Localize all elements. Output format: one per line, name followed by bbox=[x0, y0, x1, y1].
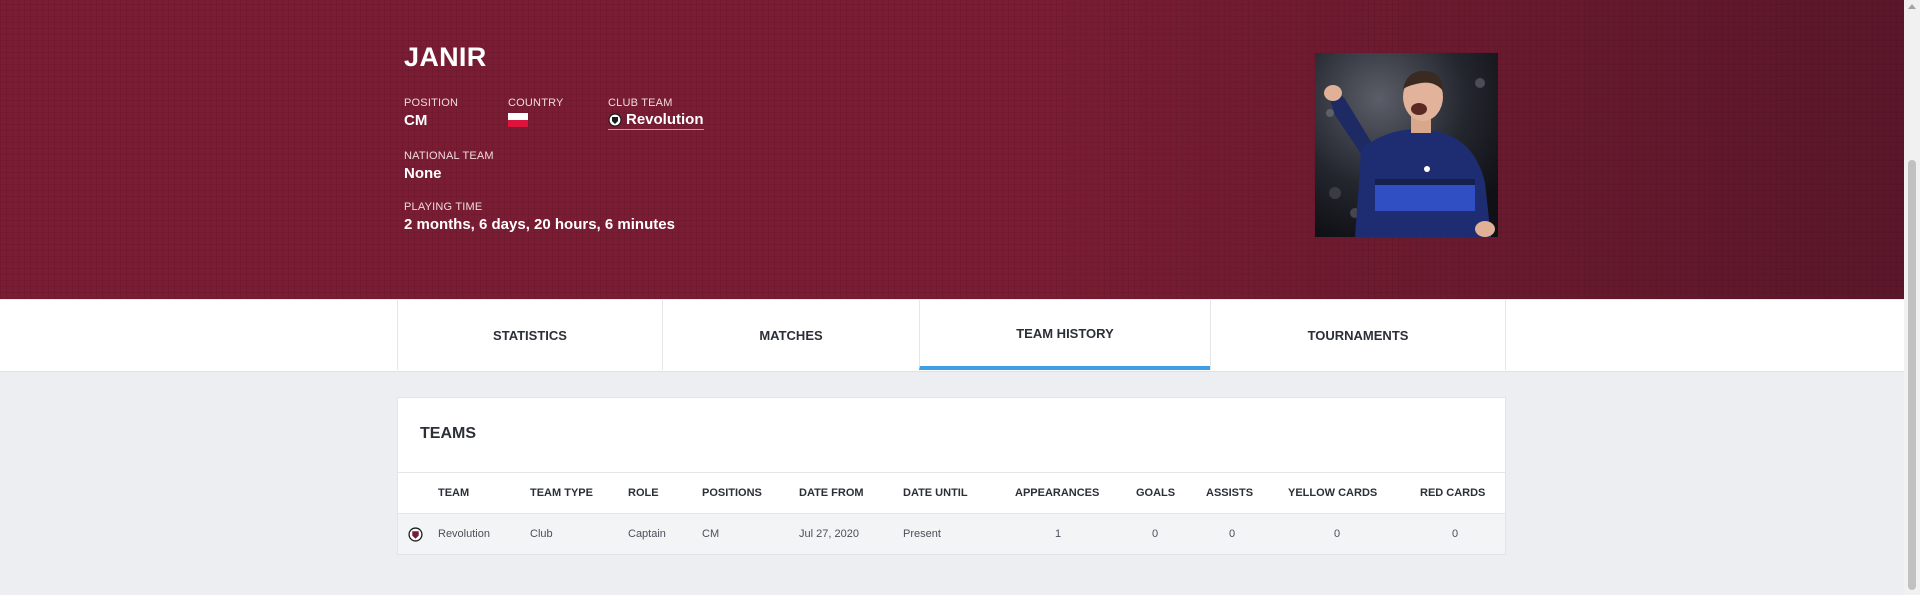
col-goals: GOALS bbox=[1136, 487, 1176, 499]
col-assists: ASSISTS bbox=[1206, 487, 1254, 499]
position-label: POSITION bbox=[404, 97, 459, 109]
cell-yellow-cards: 0 bbox=[1334, 528, 1341, 540]
club-team-field: CLUB TEAM Revolution bbox=[608, 97, 704, 130]
tab-statistics[interactable]: STATISTICS bbox=[397, 300, 662, 370]
national-team-field: NATIONAL TEAM None bbox=[404, 150, 494, 182]
club-team-link[interactable]: Revolution bbox=[608, 111, 704, 130]
scrollbar-thumb[interactable] bbox=[1908, 160, 1916, 590]
tab-matches-label: MATCHES bbox=[759, 327, 823, 343]
tab-matches[interactable]: MATCHES bbox=[662, 300, 919, 370]
tab-tournaments[interactable]: TOURNAMENTS bbox=[1210, 300, 1506, 370]
profile-tabs: STATISTICS MATCHES TEAM HISTORY TOURNAME… bbox=[0, 300, 1904, 372]
col-appearances: APPEARANCES bbox=[1015, 487, 1100, 499]
tab-tournaments-label: TOURNAMENTS bbox=[1307, 327, 1409, 343]
cell-assists: 0 bbox=[1229, 528, 1236, 540]
teams-table-header: TEAM TEAM TYPE ROLE POSITIONS DATE FROM … bbox=[398, 472, 1505, 514]
table-row[interactable]: Revolution Club Captain CM Jul 27, 2020 … bbox=[398, 514, 1505, 554]
col-team: TEAM bbox=[438, 487, 470, 499]
player-name: JANIR bbox=[404, 42, 487, 72]
col-date-from: DATE FROM bbox=[799, 487, 864, 499]
cell-red-cards: 0 bbox=[1452, 528, 1459, 540]
playing-time-label: PLAYING TIME bbox=[404, 201, 483, 213]
player-photo-image bbox=[1315, 53, 1498, 237]
club-team-name: Revolution bbox=[626, 111, 704, 128]
club-crest-icon bbox=[608, 112, 622, 127]
cell-date-until: Present bbox=[903, 528, 941, 540]
cell-team[interactable]: Revolution bbox=[438, 514, 490, 554]
poland-flag-icon bbox=[508, 113, 528, 127]
player-photo bbox=[1315, 53, 1498, 237]
col-role: ROLE bbox=[628, 487, 659, 499]
player-header: JANIR POSITION CM COUNTRY CLUB TEAM Revo… bbox=[0, 0, 1904, 299]
country-field: COUNTRY bbox=[508, 97, 564, 127]
country-label: COUNTRY bbox=[508, 97, 564, 109]
playing-time-field: PLAYING TIME 2 months, 6 days, 20 hours,… bbox=[404, 201, 675, 233]
club-crest-icon bbox=[408, 527, 423, 542]
club-team-label: CLUB TEAM bbox=[608, 97, 673, 109]
position-value: CM bbox=[404, 112, 428, 129]
tab-team-history-label: TEAM HISTORY bbox=[1016, 325, 1114, 341]
tab-team-history[interactable]: TEAM HISTORY bbox=[919, 300, 1210, 370]
scroll-up-arrow-icon[interactable] bbox=[1908, 4, 1916, 9]
position-field: POSITION CM bbox=[404, 97, 458, 129]
col-yellow-cards: YELLOW CARDS bbox=[1288, 487, 1378, 499]
col-positions: POSITIONS bbox=[702, 487, 762, 499]
cell-team-type: Club bbox=[530, 528, 553, 540]
national-team-label: NATIONAL TEAM bbox=[404, 150, 494, 162]
cell-date-from: Jul 27, 2020 bbox=[799, 528, 859, 540]
col-team-type: TEAM TYPE bbox=[530, 487, 593, 499]
cell-goals: 0 bbox=[1152, 528, 1159, 540]
col-date-until: DATE UNTIL bbox=[903, 487, 968, 499]
national-team-value: None bbox=[404, 165, 442, 182]
playing-time-value: 2 months, 6 days, 20 hours, 6 minutes bbox=[404, 216, 675, 233]
cell-appearances: 1 bbox=[1055, 528, 1062, 540]
teams-title: TEAMS bbox=[420, 425, 476, 442]
tab-statistics-label: STATISTICS bbox=[493, 327, 567, 343]
col-red-cards: RED CARDS bbox=[1420, 487, 1486, 499]
cell-positions: CM bbox=[702, 528, 720, 540]
cell-role: Captain bbox=[628, 528, 666, 540]
teams-card: TEAMS TEAM TEAM TYPE ROLE POSITIONS DATE… bbox=[397, 397, 1506, 555]
